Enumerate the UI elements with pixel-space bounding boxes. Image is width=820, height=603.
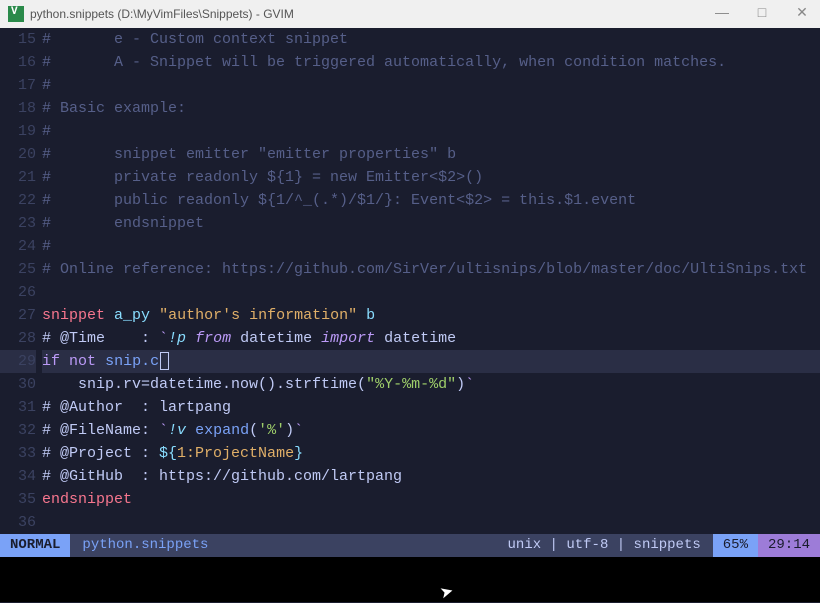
- window-title: python.snippets (D:\MyVimFiles\Snippets)…: [30, 7, 706, 21]
- code-line: # @GitHub : https://github.com/lartpang: [42, 468, 402, 485]
- statusline-mode: NORMAL: [0, 534, 70, 557]
- code-line: snippet a_py "author's information" b: [42, 304, 820, 327]
- editor-area[interactable]: 1516171819202122232425262728293031323334…: [0, 28, 820, 534]
- statusline-position: 29:14: [758, 534, 820, 557]
- maximize-button[interactable]: □: [752, 4, 772, 24]
- statusline-percent: 65%: [713, 534, 758, 557]
- code-line: # @FileName: `!v expand('%')`: [42, 419, 820, 442]
- minimize-button[interactable]: —: [712, 4, 732, 24]
- code-line: # A - Snippet will be triggered automati…: [42, 54, 726, 71]
- code-line: # @Author : lartpang: [42, 399, 231, 416]
- code-line: # @Time : `!p from datetime import datet…: [42, 327, 820, 350]
- code-line: # public readonly ${1/^_(.*)/$1/}: Event…: [42, 192, 636, 209]
- statusline-filename: python.snippets: [70, 534, 495, 557]
- code-content[interactable]: # e - Custom context snippet # A - Snipp…: [42, 28, 820, 534]
- code-line: #: [42, 123, 51, 140]
- text-cursor: [160, 352, 169, 370]
- code-line: # @Project : ${1:ProjectName}: [42, 442, 820, 465]
- mouse-cursor-icon: ➤: [438, 581, 456, 603]
- code-line: # Basic example:: [42, 100, 186, 117]
- code-line: # endsnippet: [42, 215, 204, 232]
- code-line-current: if not snip.c: [42, 350, 820, 373]
- code-line: # private readonly ${1} = new Emitter<$2…: [42, 169, 483, 186]
- statusline: NORMAL python.snippets unix | utf-8 | sn…: [0, 534, 820, 557]
- code-line: #: [42, 238, 51, 255]
- code-line: # Online reference: https://github.com/S…: [42, 261, 807, 278]
- titlebar: python.snippets (D:\MyVimFiles\Snippets)…: [0, 0, 820, 28]
- gvim-icon: [8, 6, 24, 22]
- code-line: snip.rv=datetime.now().strftime("%Y-%m-%…: [42, 373, 820, 396]
- close-button[interactable]: ✕: [792, 4, 812, 24]
- statusline-info: unix | utf-8 | snippets: [496, 534, 713, 557]
- code-line: [42, 281, 820, 304]
- bottom-area: ➤: [0, 557, 820, 602]
- code-line: [42, 511, 820, 534]
- code-line: endsnippet: [42, 491, 132, 508]
- code-line: # snippet emitter "emitter properties" b: [42, 146, 456, 163]
- code-line: # e - Custom context snippet: [42, 31, 348, 48]
- line-number-gutter: 1516171819202122232425262728293031323334…: [0, 28, 42, 534]
- code-line: #: [42, 77, 51, 94]
